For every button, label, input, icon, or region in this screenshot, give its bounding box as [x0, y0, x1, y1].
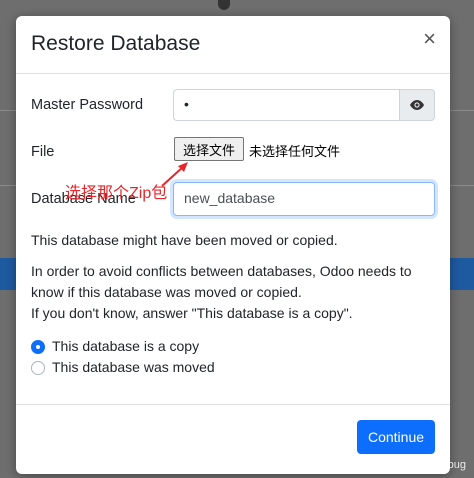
- footer-divider: [16, 404, 450, 405]
- file-label: File: [31, 144, 55, 160]
- annotation-text: 选择那个Zip包: [65, 185, 168, 202]
- eye-icon: [410, 100, 424, 110]
- info-answer-copy: If you don't know, answer "This database…: [31, 305, 353, 321]
- file-status: 未选择任何文件: [249, 144, 341, 159]
- backdrop-knob: [218, 0, 230, 10]
- restore-database-modal: Restore Database × Master Password • Fil…: [16, 16, 450, 474]
- annotation-arrow-icon: [161, 162, 188, 187]
- radio-database-copy[interactable]: [31, 340, 45, 354]
- modal-title: Restore Database: [31, 32, 201, 55]
- radio-database-copy-label[interactable]: This database is a copy: [52, 338, 199, 354]
- master-password-input[interactable]: •: [173, 89, 399, 121]
- watermark: CSDN @代码总是有bug: [347, 459, 466, 471]
- info-moved-or-copied: This database might have been moved or c…: [31, 232, 338, 248]
- continue-button[interactable]: Continue: [357, 420, 435, 454]
- close-button[interactable]: ×: [423, 28, 436, 50]
- database-name-input[interactable]: new_database: [173, 182, 435, 216]
- radio-database-moved-label[interactable]: This database was moved: [52, 359, 215, 375]
- info-conflicts: In order to avoid conflicts between data…: [31, 263, 412, 300]
- show-password-button[interactable]: [399, 89, 435, 121]
- radio-database-moved[interactable]: [31, 361, 45, 375]
- modal-header: Restore Database ×: [16, 16, 450, 74]
- master-password-label: Master Password: [31, 97, 144, 113]
